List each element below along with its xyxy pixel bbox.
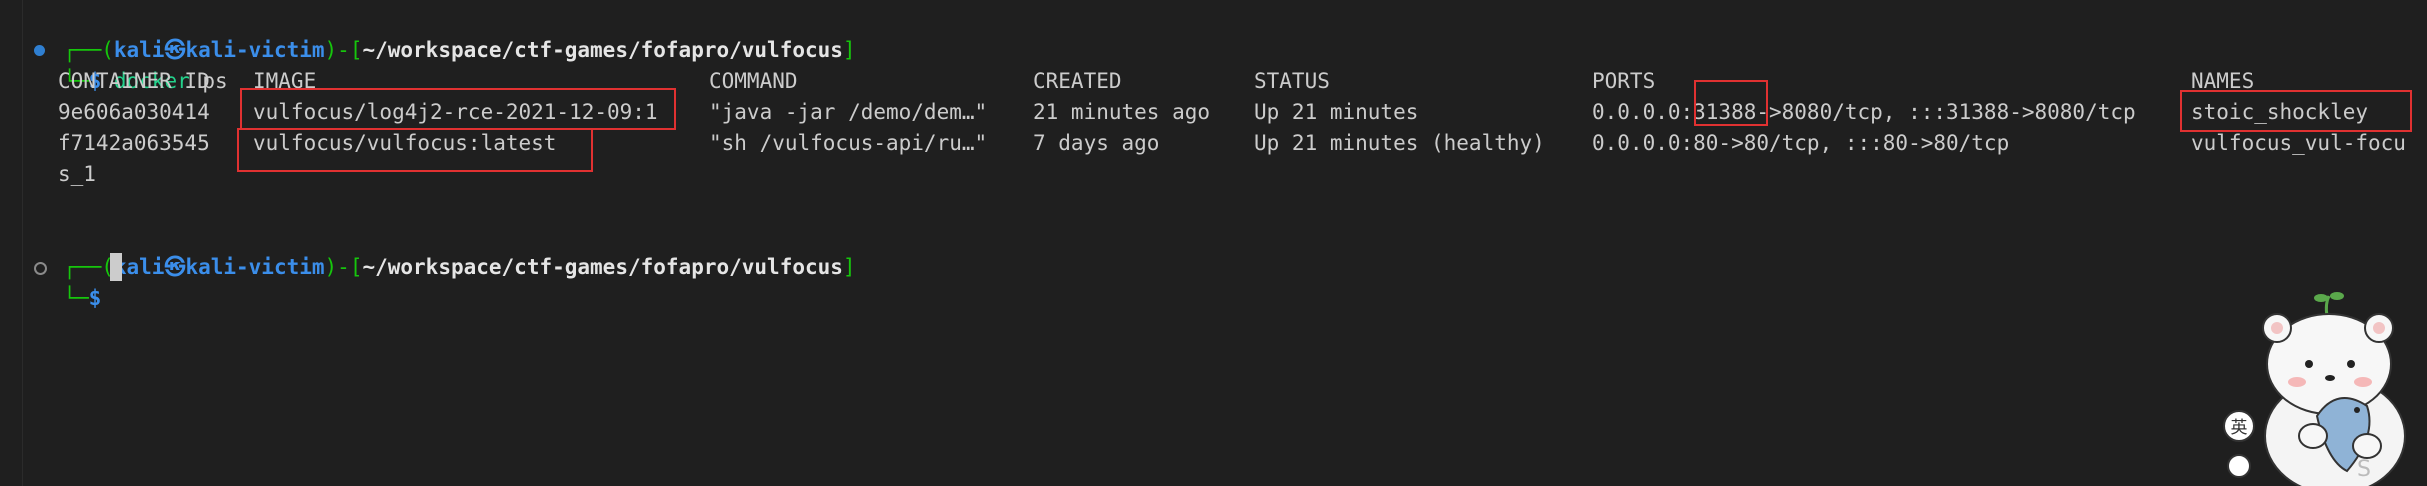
row2-created: 7 days ago <box>1033 131 1160 155</box>
row2-ports: 0.0.0.0:80->80/tcp, :::80->80/tcp <box>1592 131 2010 155</box>
row2-command: "sh /vulfocus-api/ru…" <box>709 131 988 155</box>
row2-names-wrap: s_1 <box>58 162 96 186</box>
prompt-bracket-close: ] <box>842 255 856 279</box>
header-status: STATUS <box>1254 69 1330 93</box>
row2-names: vulfocus_vul-focu <box>2191 131 2406 155</box>
highlight-port-31388 <box>1694 80 1768 126</box>
prompt-separator: )-[ <box>324 38 363 62</box>
prompt-user-host: kali㉿kali-victim <box>113 255 325 279</box>
mascot-badge-text: 英 <box>2231 418 2248 438</box>
highlight-image-vulfocus <box>237 128 593 172</box>
mascot-letter: S <box>2357 457 2371 482</box>
row2-container-id: f7142a063545 <box>58 131 210 155</box>
row1-container-id: 9e606a030414 <box>58 100 210 124</box>
row2-status: Up 21 minutes (healthy) <box>1254 131 1545 155</box>
row1-command: "java -jar /demo/dem…" <box>709 100 988 124</box>
prompt-dollar: $ <box>88 286 102 310</box>
prompt-bracket-close: ] <box>842 38 856 62</box>
highlight-name-stoic <box>2180 90 2412 132</box>
command-line-2[interactable]: └─$ <box>38 252 101 310</box>
row1-status: Up 21 minutes <box>1254 100 1419 124</box>
row1-created: 21 minutes ago <box>1033 100 1211 124</box>
header-command: COMMAND <box>709 69 798 93</box>
header-container-id: CONTAINER ID <box>58 69 210 93</box>
row1-ports: 0.0.0.0:31388->8080/tcp, :::31388->8080/… <box>1592 100 2136 124</box>
bear-mascot-icon: 英 S <box>2223 292 2406 486</box>
highlight-image-log4j2 <box>240 88 676 130</box>
text-cursor <box>110 253 122 281</box>
header-created: CREATED <box>1033 69 1122 93</box>
terminal-gutter <box>0 0 23 486</box>
prompt-line-2: ┌──(kali㉿kali-victim)-[~/workspace/ctf-g… <box>38 221 855 279</box>
prompt-separator: )-[ <box>324 255 363 279</box>
prompt-corner-bottom: └─ <box>63 286 89 310</box>
prompt-line-1: ┌──(kali㉿kali-victim)-[~/workspace/ctf-g… <box>38 4 855 62</box>
prompt-path: ~/workspace/ctf-games/fofapro/vulfocus <box>362 38 843 62</box>
header-ports: PORTS <box>1592 69 1656 93</box>
prompt-path: ~/workspace/ctf-games/fofapro/vulfocus <box>362 255 843 279</box>
command-line-1: └─$ docker ps <box>38 35 227 93</box>
